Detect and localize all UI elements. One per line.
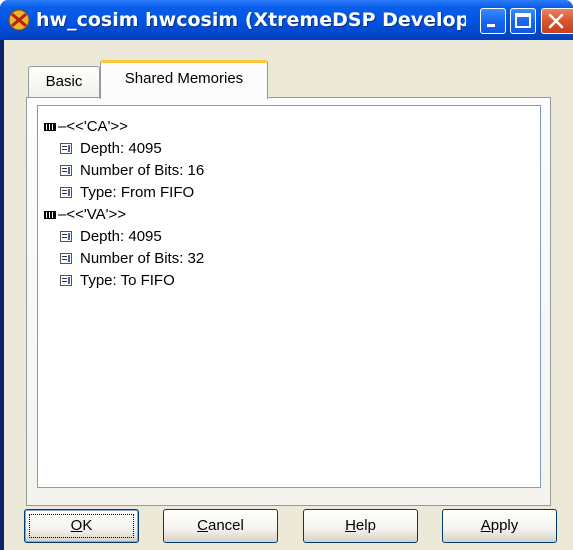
tree-item-label: Type: To FIFO <box>80 272 175 289</box>
close-button[interactable] <box>541 8 573 34</box>
maximize-button[interactable] <box>510 8 536 34</box>
property-icon <box>60 253 72 264</box>
tree-item[interactable]: Type: From FIFO <box>60 182 310 204</box>
tree-node-ca[interactable]: –<<'CA'>> <box>44 116 244 138</box>
memory-block-icon <box>44 211 56 219</box>
tree-item[interactable]: Depth: 4095 <box>60 138 310 160</box>
tree-node-label: –<<'VA'>> <box>58 206 127 223</box>
shared-memories-tree[interactable]: –<<'CA'>> Depth: 4095 Number of Bits: 16 <box>37 105 541 488</box>
window-title: hw_cosim hwcosim (XtremeDSP Develop... <box>36 9 466 31</box>
property-icon <box>60 143 72 154</box>
tree-item-label: Depth: 4095 <box>80 140 162 157</box>
apply-button[interactable]: Apply <box>442 509 557 543</box>
tree-node-label: –<<'CA'>> <box>58 118 128 135</box>
tree-item[interactable]: Depth: 4095 <box>60 226 310 248</box>
tree-item-label: Number of Bits: 32 <box>80 250 205 267</box>
dialog-window: hw_cosim hwcosim (XtremeDSP Develop... B… <box>0 0 573 550</box>
tree-item[interactable]: Number of Bits: 16 <box>60 160 310 182</box>
cancel-mnemonic: C <box>197 517 208 534</box>
help-mnemonic: H <box>345 517 356 534</box>
tab-basic[interactable]: Basic <box>28 66 100 98</box>
maximize-icon <box>515 13 531 28</box>
tree-node-va[interactable]: –<<'VA'>> <box>44 204 244 226</box>
tree-item-label: Type: From FIFO <box>80 184 195 201</box>
property-icon <box>60 275 72 286</box>
tree-item[interactable]: Type: To FIFO <box>60 270 310 292</box>
cancel-button[interactable]: Cancel <box>163 509 278 543</box>
cancel-label-rest: ancel <box>207 517 244 534</box>
apply-label-rest: pply <box>490 517 519 534</box>
minimize-icon <box>487 24 495 27</box>
minimize-button[interactable] <box>480 8 506 34</box>
tree-item-label: Number of Bits: 16 <box>80 162 205 179</box>
tab-shared-memories[interactable]: Shared Memories <box>100 60 268 99</box>
help-label-rest: elp <box>355 517 376 534</box>
dialog-body: Basic Shared Memories –<<'CA'>> Depth: 4… <box>4 40 573 550</box>
xilinx-logo-icon <box>8 9 30 31</box>
title-bar[interactable]: hw_cosim hwcosim (XtremeDSP Develop... <box>0 0 573 40</box>
memory-block-icon <box>44 123 56 131</box>
ok-button[interactable]: OK <box>24 509 139 543</box>
close-icon <box>548 13 564 29</box>
tab-strip: Basic Shared Memories <box>28 60 548 99</box>
focus-rectangle <box>29 514 134 538</box>
help-button[interactable]: Help <box>303 509 418 543</box>
apply-mnemonic: A <box>480 517 491 534</box>
property-icon <box>60 165 72 176</box>
property-icon <box>60 187 72 198</box>
tree-item-label: Depth: 4095 <box>80 228 162 245</box>
property-icon <box>60 231 72 242</box>
tree-item[interactable]: Number of Bits: 32 <box>60 248 310 270</box>
